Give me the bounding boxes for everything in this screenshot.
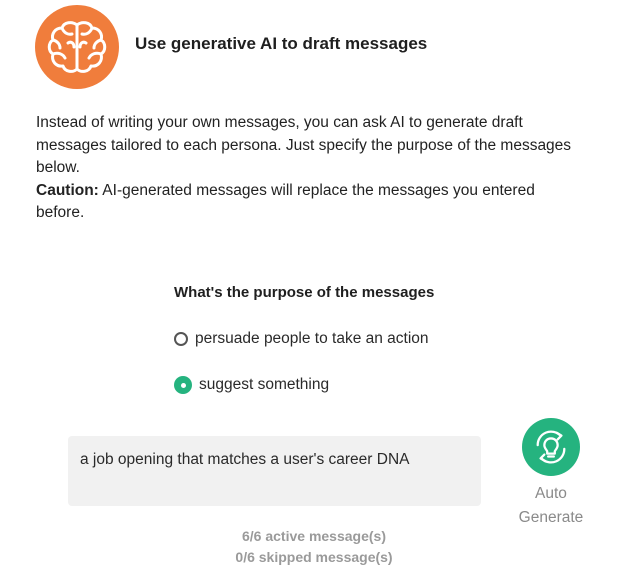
active-message-count: 6/6 active message(s)	[242, 528, 386, 544]
lightbulb-refresh-icon[interactable]	[522, 418, 580, 476]
option-label: persuade people to take an action	[195, 330, 429, 347]
auto-generate-label[interactable]: Auto Generate	[512, 482, 590, 530]
purpose-input[interactable]: a job opening that matches a user's care…	[68, 436, 481, 506]
page-title: Use generative AI to draft messages	[135, 34, 428, 53]
caution-text: AI-generated messages will replace the m…	[36, 181, 535, 222]
caution-label: Caution:	[36, 181, 99, 199]
intro-text: Instead of writing your own messages, yo…	[36, 112, 576, 225]
purpose-heading: What's the purpose of the messages	[174, 284, 435, 301]
auto-label-line1: Auto	[535, 485, 567, 502]
brain-badge	[35, 5, 119, 89]
brain-icon	[47, 21, 107, 73]
skipped-message-count: 0/6 skipped message(s)	[235, 549, 393, 565]
intro-description: Instead of writing your own messages, yo…	[36, 114, 572, 176]
purpose-option-suggest[interactable]: suggest something	[174, 376, 329, 394]
auto-generate-button[interactable]: Auto Generate	[512, 418, 590, 530]
radio-button-unchecked[interactable]	[174, 332, 188, 346]
radio-button-checked[interactable]	[174, 376, 192, 394]
purpose-option-persuade[interactable]: persuade people to take an action	[174, 330, 429, 348]
auto-label-line2: Generate	[518, 509, 584, 526]
option-label: suggest something	[199, 376, 330, 393]
